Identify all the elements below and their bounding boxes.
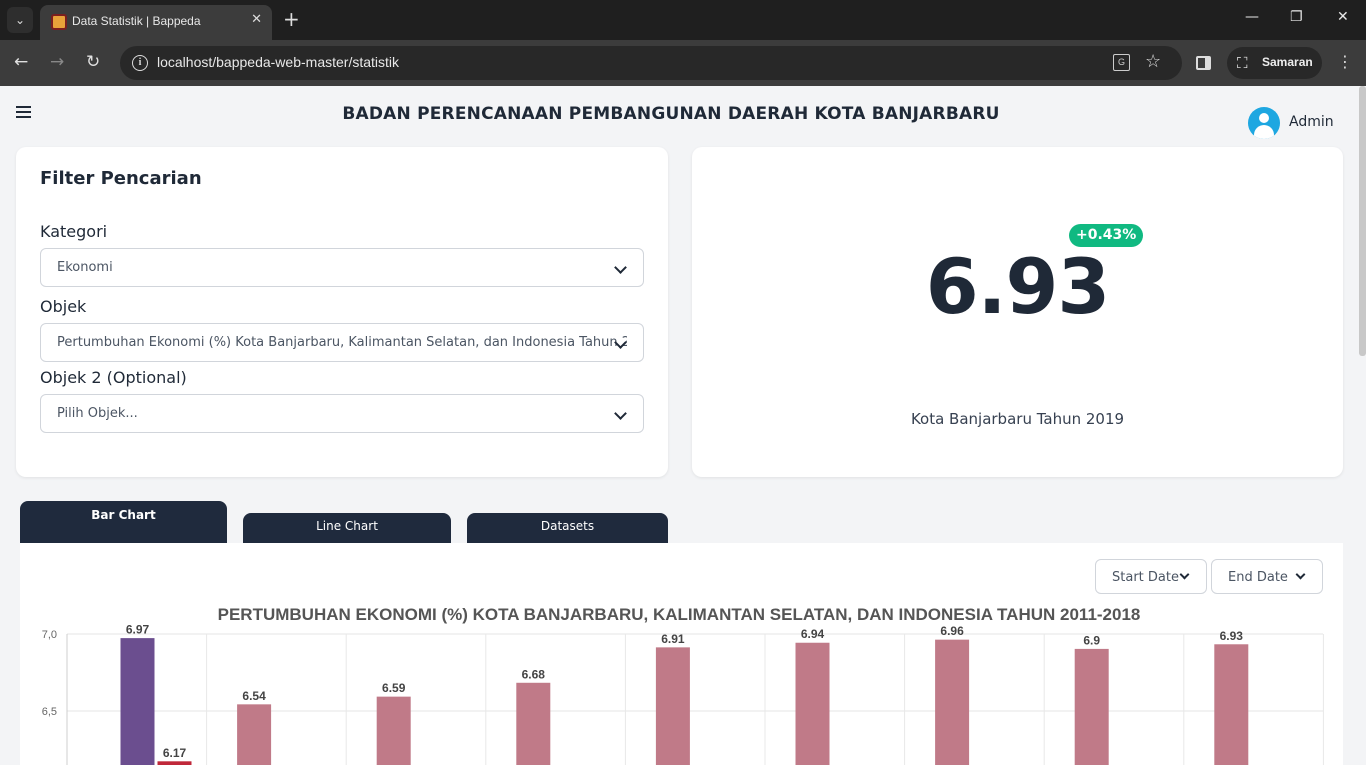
bookmark-star-icon[interactable]: ☆: [1145, 51, 1161, 72]
page-content: BADAN PERENCANAAN PEMBANGUNAN DAERAH KOT…: [0, 86, 1366, 765]
reload-button[interactable]: ↻: [86, 53, 100, 71]
objek2-placeholder: Pilih Objek...: [57, 406, 138, 421]
browser-menu-icon[interactable]: ⋮: [1337, 52, 1353, 71]
close-window-button[interactable]: ✕: [1337, 9, 1349, 25]
y-tick-label: 7,0: [42, 629, 57, 641]
objek2-select[interactable]: Pilih Objek...: [40, 394, 644, 433]
site-info-icon[interactable]: i: [132, 55, 148, 71]
bar-chart: PERTUMBUHAN EKONOMI (%) KOTA BANJARBARU,…: [42, 605, 1324, 765]
forward-button[interactable]: →: [50, 53, 64, 71]
minimize-button[interactable]: —: [1245, 9, 1259, 25]
new-tab-button[interactable]: +: [283, 8, 300, 30]
close-tab-icon[interactable]: ✕: [251, 12, 262, 27]
objek2-label: Objek 2 (Optional): [40, 368, 187, 387]
bar-value-label: 6.96: [940, 624, 964, 638]
scrollbar[interactable]: [1359, 86, 1366, 356]
stat-value: 6.93: [925, 242, 1111, 331]
filter-card: Filter Pencarian Kategori Ekonomi Objek …: [16, 147, 668, 477]
browser-toolbar: ← → ↻ i localhost/bappeda-web-master/sta…: [0, 40, 1366, 86]
bar-value-label: 6.17: [163, 746, 187, 760]
y-tick-label: 6,5: [42, 706, 57, 718]
change-badge: +0.43%: [1069, 224, 1144, 247]
translate-icon[interactable]: G: [1113, 54, 1130, 71]
bar: [516, 682, 551, 765]
filter-title: Filter Pencarian: [40, 168, 202, 189]
back-button[interactable]: ←: [14, 53, 28, 71]
browser-tab-strip: ⌄ Data Statistik | Bappeda ✕ + — ❐ ✕: [0, 0, 1366, 40]
favicon-icon: [51, 14, 67, 30]
bar: [376, 696, 411, 765]
bar-value-label: 6.93: [1220, 629, 1244, 643]
kategori-value: Ekonomi: [57, 260, 113, 275]
profile-label: Samaran: [1262, 55, 1313, 69]
bar-value-label: 6.94: [801, 627, 825, 641]
url-text[interactable]: localhost/bappeda-web-master/statistik: [157, 54, 399, 70]
bar: [935, 639, 970, 765]
tab-title: Data Statistik | Bappeda: [72, 14, 201, 28]
objek-select[interactable]: Pertumbuhan Ekonomi (%) Kota Banjarbaru,…: [40, 323, 644, 362]
incognito-icon: ⛶: [1237, 54, 1248, 72]
bar-value-label: 6.59: [382, 681, 406, 695]
browser-tab[interactable]: Data Statistik | Bappeda ✕: [40, 5, 272, 40]
bar-value-label: 6.54: [242, 689, 266, 703]
objek-label: Objek: [40, 297, 87, 316]
bar: [795, 642, 830, 765]
tab-line-chart[interactable]: Line Chart: [243, 513, 451, 543]
bar: [237, 704, 272, 765]
bar: [120, 638, 155, 765]
address-bar[interactable]: i localhost/bappeda-web-master/statistik…: [120, 46, 1182, 80]
tab-bar-chart[interactable]: Bar Chart: [20, 501, 227, 543]
avatar[interactable]: [1248, 107, 1280, 139]
tab-search-button[interactable]: ⌄: [7, 7, 33, 33]
bar-value-label: 6.9: [1083, 633, 1100, 647]
stat-card: 6.93 +0.43% Kota Banjarbaru Tahun 2019: [692, 147, 1343, 477]
profile-button[interactable]: ⛶ Samaran: [1227, 47, 1322, 79]
objek-value: Pertumbuhan Ekonomi (%) Kota Banjarbaru,…: [57, 335, 627, 350]
bar-value-label: 6.68: [522, 667, 546, 681]
stat-caption: Kota Banjarbaru Tahun 2019: [910, 410, 1125, 428]
bar-value-label: 6.91: [661, 632, 685, 646]
user-name[interactable]: Admin: [1289, 114, 1334, 130]
chart-title: PERTUMBUHAN EKONOMI (%) KOTA BANJARBARU,…: [218, 605, 1141, 624]
kategori-label: Kategori: [40, 222, 108, 241]
bar: [1214, 644, 1249, 765]
page-title: BADAN PERENCANAAN PEMBANGUNAN DAERAH KOT…: [342, 104, 1000, 124]
restore-button[interactable]: ❐: [1290, 9, 1303, 25]
chart-panel: Start Date End Date PERTUMBUHAN EKONOMI …: [20, 543, 1343, 765]
bar: [1074, 648, 1109, 765]
kategori-select[interactable]: Ekonomi: [40, 248, 644, 287]
side-panel-icon[interactable]: [1196, 56, 1211, 70]
bar: [655, 647, 690, 765]
bar-value-label: 6.97: [126, 623, 150, 637]
tab-datasets[interactable]: Datasets: [467, 513, 668, 543]
